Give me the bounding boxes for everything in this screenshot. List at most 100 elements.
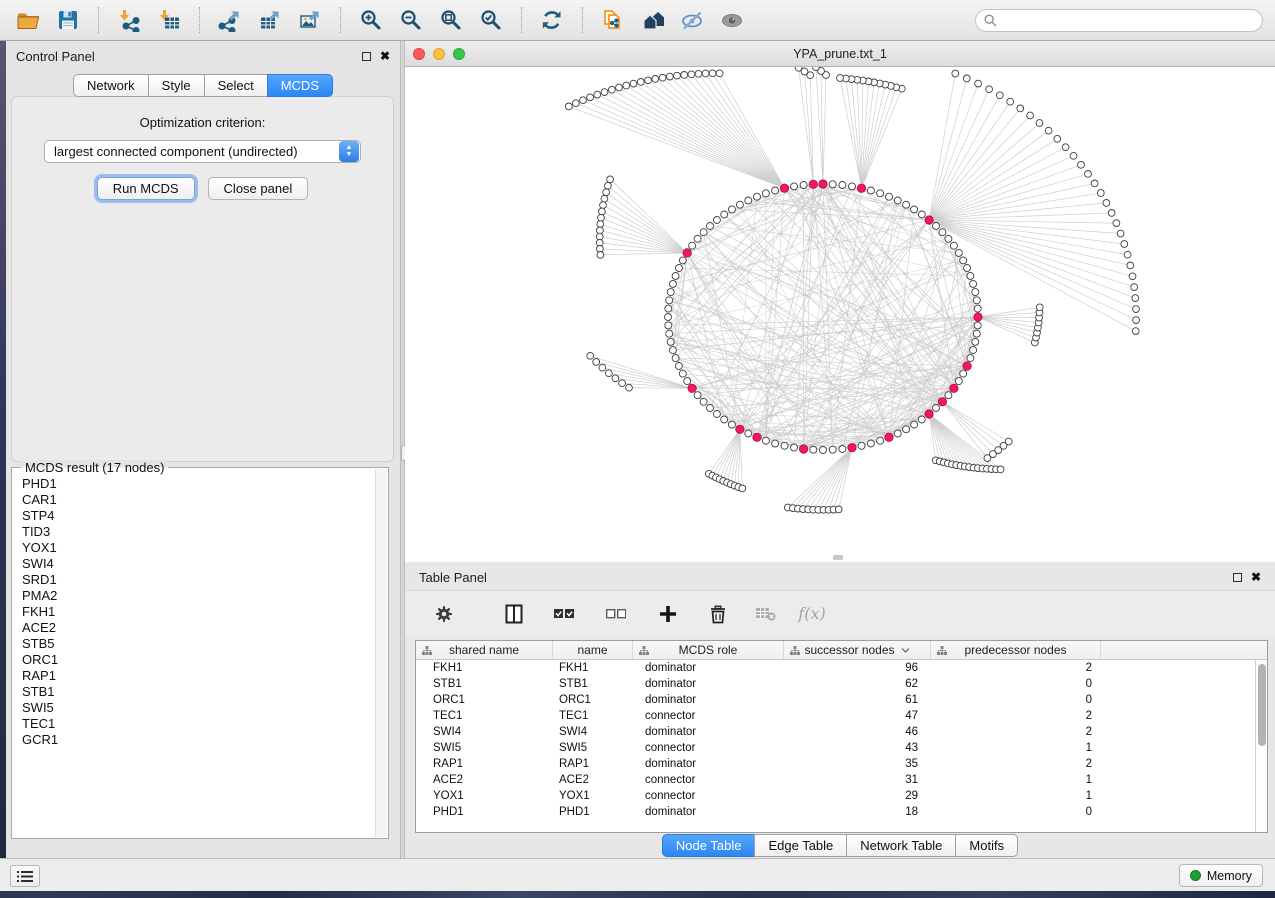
cell-predecessors[interactable]: 2 bbox=[931, 710, 1101, 722]
zoom-fit-button[interactable] bbox=[431, 4, 471, 36]
table-row[interactable]: FKH1FKH1dominator962 bbox=[416, 660, 1255, 676]
zoom-selected-button[interactable] bbox=[471, 4, 511, 36]
tab-select[interactable]: Select bbox=[204, 74, 268, 97]
table-settings-button[interactable] bbox=[427, 599, 461, 629]
cell-shared-name[interactable]: RAP1 bbox=[416, 758, 553, 770]
cell-predecessors[interactable]: 1 bbox=[931, 774, 1101, 786]
cell-role[interactable]: connector bbox=[633, 774, 784, 786]
mcds-result-list[interactable]: PHD1CAR1STP4TID3YOX1SWI4SRD1PMA2FKH1ACE2… bbox=[14, 476, 374, 834]
cell-successors[interactable]: 61 bbox=[784, 694, 931, 706]
cell-predecessors[interactable]: 0 bbox=[931, 694, 1101, 706]
network-overview-button[interactable] bbox=[633, 4, 673, 36]
cell-predecessors[interactable]: 1 bbox=[931, 790, 1101, 802]
memory-button[interactable]: Memory bbox=[1179, 864, 1263, 887]
open-file-button[interactable] bbox=[8, 4, 48, 36]
search-field[interactable] bbox=[975, 9, 1263, 32]
criterion-select[interactable]: largest connected component (undirected)… bbox=[44, 140, 361, 163]
result-node-item[interactable]: STB1 bbox=[22, 684, 374, 700]
cell-shared-name[interactable]: PHD1 bbox=[416, 806, 553, 818]
result-node-item[interactable]: PMA2 bbox=[22, 588, 374, 604]
column-header-MCDS-role[interactable]: MCDS role bbox=[633, 641, 784, 659]
table-row[interactable]: ORC1ORC1dominator610 bbox=[416, 692, 1255, 708]
cell-role[interactable]: dominator bbox=[633, 678, 784, 690]
result-node-item[interactable]: RAP1 bbox=[22, 668, 374, 684]
cell-shared-name[interactable]: ACE2 bbox=[416, 774, 553, 786]
zoom-in-button[interactable] bbox=[351, 4, 391, 36]
cell-predecessors[interactable]: 0 bbox=[931, 678, 1101, 690]
tab-motifs[interactable]: Motifs bbox=[955, 834, 1018, 857]
result-node-item[interactable]: TEC1 bbox=[22, 716, 374, 732]
cell-name[interactable]: RAP1 bbox=[553, 758, 633, 770]
import-network-from-file-button[interactable] bbox=[109, 4, 149, 36]
cell-successors[interactable]: 43 bbox=[784, 742, 931, 754]
cell-name[interactable]: ACE2 bbox=[553, 774, 633, 786]
result-node-item[interactable]: STP4 bbox=[22, 508, 374, 524]
result-node-item[interactable]: TID3 bbox=[22, 524, 374, 540]
cell-role[interactable]: connector bbox=[633, 710, 784, 722]
cell-name[interactable]: SWI4 bbox=[553, 726, 633, 738]
result-node-item[interactable]: YOX1 bbox=[22, 540, 374, 556]
cell-role[interactable]: dominator bbox=[633, 694, 784, 706]
search-input[interactable] bbox=[1002, 13, 1254, 27]
cell-successors[interactable]: 47 bbox=[784, 710, 931, 722]
column-header-name[interactable]: name bbox=[553, 641, 633, 659]
cell-role[interactable]: connector bbox=[633, 742, 784, 754]
column-header-shared-name[interactable]: shared name bbox=[416, 641, 553, 659]
cell-successors[interactable]: 31 bbox=[784, 774, 931, 786]
cell-successors[interactable]: 62 bbox=[784, 678, 931, 690]
tab-style[interactable]: Style bbox=[148, 74, 205, 97]
cell-shared-name[interactable]: YOX1 bbox=[416, 790, 553, 802]
delete-columns-button[interactable] bbox=[701, 599, 735, 629]
tab-node-table[interactable]: Node Table bbox=[662, 834, 756, 857]
cell-role[interactable]: connector bbox=[633, 790, 784, 802]
zoom-out-button[interactable] bbox=[391, 4, 431, 36]
column-header-predecessor-nodes[interactable]: predecessor nodes bbox=[931, 641, 1101, 659]
table-row[interactable]: TEC1TEC1connector472 bbox=[416, 708, 1255, 724]
table-row[interactable]: YOX1YOX1connector291 bbox=[416, 788, 1255, 804]
cell-name[interactable]: PHD1 bbox=[553, 806, 633, 818]
create-column-button[interactable] bbox=[651, 599, 685, 629]
table-row[interactable]: PHD1PHD1dominator180 bbox=[416, 804, 1255, 820]
refresh-view-button[interactable] bbox=[532, 4, 572, 36]
result-node-item[interactable]: CAR1 bbox=[22, 492, 374, 508]
canvas-grip[interactable] bbox=[833, 555, 843, 560]
show-all-button[interactable] bbox=[713, 4, 753, 36]
export-image-button[interactable] bbox=[290, 4, 330, 36]
toggle-panel-columns-button[interactable] bbox=[497, 599, 531, 629]
close-table-panel-icon[interactable]: ✖ bbox=[1251, 571, 1261, 583]
cell-name[interactable]: TEC1 bbox=[553, 710, 633, 722]
cell-successors[interactable]: 35 bbox=[784, 758, 931, 770]
cell-successors[interactable]: 18 bbox=[784, 806, 931, 818]
cell-role[interactable]: dominator bbox=[633, 758, 784, 770]
table-row[interactable]: SWI5SWI5connector431 bbox=[416, 740, 1255, 756]
cell-shared-name[interactable]: SWI5 bbox=[416, 742, 553, 754]
column-header-successor-nodes[interactable]: successor nodes bbox=[784, 641, 931, 659]
cell-name[interactable]: FKH1 bbox=[553, 662, 633, 674]
cell-name[interactable]: YOX1 bbox=[553, 790, 633, 802]
deselect-all-rows-button[interactable] bbox=[599, 599, 633, 629]
table-scrollbar[interactable] bbox=[1255, 660, 1267, 832]
cell-role[interactable]: dominator bbox=[633, 806, 784, 818]
export-network-button[interactable] bbox=[210, 4, 250, 36]
tab-mcds[interactable]: MCDS bbox=[267, 74, 333, 97]
network-graph[interactable] bbox=[405, 67, 1275, 561]
cell-shared-name[interactable]: ORC1 bbox=[416, 694, 553, 706]
result-node-item[interactable]: GCR1 bbox=[22, 732, 374, 748]
network-canvas[interactable] bbox=[405, 67, 1275, 561]
table-row[interactable]: RAP1RAP1dominator352 bbox=[416, 756, 1255, 772]
select-all-rows-button[interactable] bbox=[547, 599, 581, 629]
cell-name[interactable]: STB1 bbox=[553, 678, 633, 690]
result-node-item[interactable]: ORC1 bbox=[22, 652, 374, 668]
run-mcds-button[interactable]: Run MCDS bbox=[97, 177, 195, 200]
tab-network-table[interactable]: Network Table bbox=[846, 834, 956, 857]
result-node-item[interactable]: FKH1 bbox=[22, 604, 374, 620]
cell-shared-name[interactable]: TEC1 bbox=[416, 710, 553, 722]
cell-shared-name[interactable]: SWI4 bbox=[416, 726, 553, 738]
save-session-button[interactable] bbox=[48, 4, 88, 36]
export-table-button[interactable] bbox=[250, 4, 290, 36]
cell-shared-name[interactable]: FKH1 bbox=[416, 662, 553, 674]
show-panel-button[interactable] bbox=[10, 865, 40, 887]
cell-predecessors[interactable]: 0 bbox=[931, 806, 1101, 818]
tab-edge-table[interactable]: Edge Table bbox=[754, 834, 847, 857]
float-panel-icon[interactable] bbox=[362, 52, 371, 61]
